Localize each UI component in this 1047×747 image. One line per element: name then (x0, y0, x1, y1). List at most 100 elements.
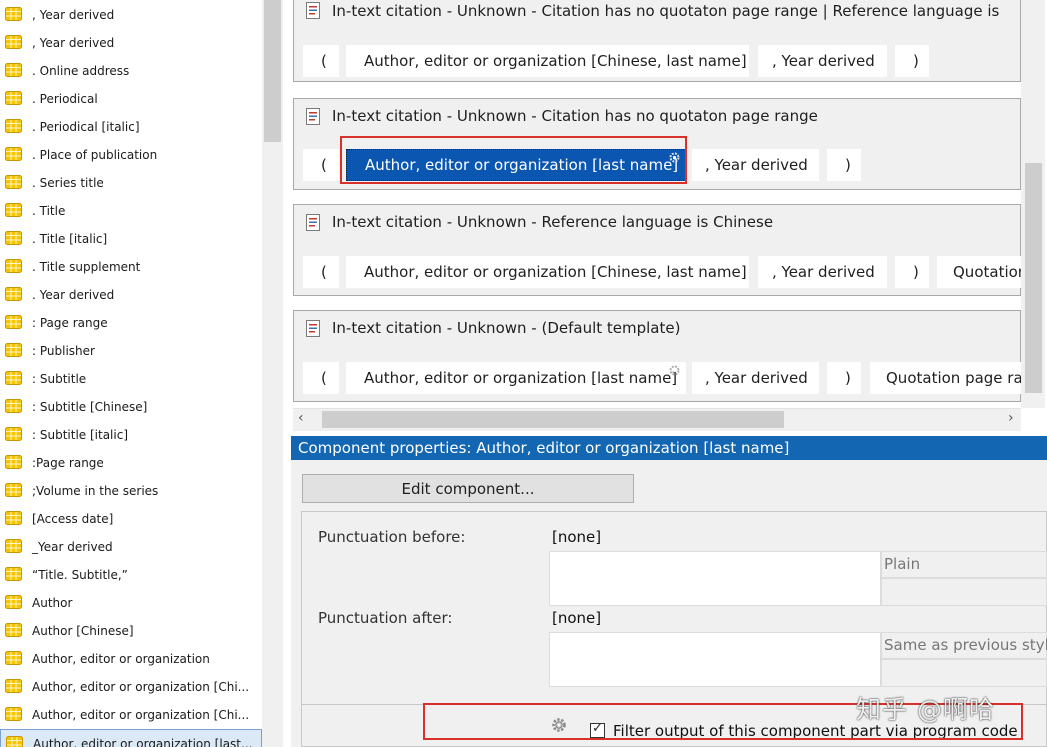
component-icon (5, 539, 22, 553)
list-item[interactable]: “Title. Subtitle,” (0, 561, 262, 589)
punct-after-field[interactable] (549, 632, 881, 687)
template-chip[interactable]: , Year derived (758, 256, 887, 288)
list-item[interactable]: . Title (0, 197, 262, 225)
list-item[interactable]: . Series title (0, 169, 262, 197)
list-item[interactable]: Author (0, 589, 262, 617)
template-chip[interactable]: ( (303, 256, 339, 288)
component-icon (5, 399, 22, 413)
punct-after-value[interactable]: [none] (552, 609, 601, 627)
list-item[interactable]: Author, editor or organization [last... (0, 729, 262, 747)
list-item[interactable]: . Online address (0, 57, 262, 85)
chip-label: ) (913, 263, 919, 281)
template-chip[interactable]: Author, editor or organization [last nam… (346, 362, 686, 394)
template-chip[interactable]: ( (303, 362, 339, 394)
template-chip[interactable]: ( (303, 149, 339, 181)
list-item[interactable]: . Title supplement (0, 253, 262, 281)
list-item[interactable]: : Publisher (0, 337, 262, 365)
template-chip[interactable]: ( (303, 45, 339, 77)
list-item[interactable]: : Subtitle [italic] (0, 421, 262, 449)
component-icon (5, 259, 22, 273)
template-chip[interactable]: ) (827, 149, 861, 181)
component-icon (5, 91, 22, 105)
list-item-label: : Subtitle [italic] (32, 428, 128, 442)
list-item-label: : Publisher (32, 344, 95, 358)
list-item[interactable]: Author, editor or organization (0, 645, 262, 673)
chip-label: ) (913, 52, 919, 70)
list-scrollbar-thumb[interactable] (264, 0, 281, 142)
list-item-label: . Title supplement (32, 260, 141, 274)
template-row[interactable]: In-text citation - Unknown - (Default te… (293, 310, 1030, 402)
punct-before-style-label: Plain (884, 555, 921, 573)
template-chip[interactable]: Author, editor or organization [Chinese,… (346, 256, 749, 288)
scroll-right-arrow-icon[interactable]: › (1008, 410, 1014, 426)
template-vertical-scrollbar-thumb[interactable] (1025, 163, 1042, 393)
component-icon (5, 483, 22, 497)
punct-before-value[interactable]: [none] (552, 528, 601, 546)
list-item[interactable]: : Subtitle [Chinese] (0, 393, 262, 421)
list-item-label: “Title. Subtitle,” (32, 568, 128, 582)
list-item[interactable]: [Access date] (0, 505, 262, 533)
list-item[interactable]: . Place of publication (0, 141, 262, 169)
list-item[interactable]: . Periodical (0, 85, 262, 113)
component-icon (5, 595, 22, 609)
template-chip[interactable]: ) (895, 256, 929, 288)
list-item[interactable]: . Title [italic] (0, 225, 262, 253)
template-chip[interactable]: ) (895, 45, 929, 77)
template-chip[interactable]: Quotation (937, 256, 1027, 288)
list-item[interactable]: Author, editor or organization [Chi... (0, 673, 262, 701)
list-item-label: . Title (32, 204, 66, 218)
list-item[interactable]: . Year derived (0, 281, 262, 309)
punct-before-field[interactable] (549, 551, 881, 606)
list-item[interactable]: _Year derived (0, 533, 262, 561)
document-icon (306, 320, 320, 337)
template-chip[interactable]: Quotation page rar (870, 362, 1030, 394)
list-item-label: : Subtitle [Chinese] (32, 400, 148, 414)
component-list: , Year derived , Year derived . Online add… (0, 0, 262, 747)
list-item-label: :Page range (32, 456, 104, 470)
component-icon (5, 427, 22, 441)
splitter[interactable] (283, 0, 291, 747)
template-chip[interactable]: , Year derived (692, 362, 819, 394)
list-item-label: Author, editor or organization (32, 652, 210, 666)
punct-after-label: Punctuation after: (318, 609, 453, 627)
template-horizontal-scrollbar-thumb[interactable] (322, 411, 784, 428)
list-item[interactable]: , Year derived (0, 1, 262, 29)
component-icon (5, 231, 22, 245)
component-icon (5, 315, 22, 329)
document-icon (306, 108, 320, 125)
chip-label: , Year derived (705, 369, 808, 387)
template-chip[interactable]: , Year derived (692, 149, 819, 181)
list-item[interactable]: : Page range (0, 309, 262, 337)
chip-label: Author, editor or organization [Chinese,… (364, 263, 747, 281)
punct-after-style-label: Same as previous style (884, 636, 1047, 654)
list-item[interactable]: :Page range (0, 449, 262, 477)
component-icon (5, 455, 22, 469)
template-row[interactable]: In-text citation - Unknown - Reference l… (293, 204, 1027, 296)
template-chip[interactable]: , Year derived (758, 45, 887, 77)
component-icon (6, 736, 23, 747)
list-item[interactable]: . Periodical [italic] (0, 113, 262, 141)
component-icon (5, 287, 22, 301)
chip-label: ( (321, 369, 327, 387)
list-item[interactable]: ;Volume in the series (0, 477, 262, 505)
component-icon (5, 203, 22, 217)
list-item[interactable]: Author [Chinese] (0, 617, 262, 645)
list-item[interactable]: Author, editor or organization [Chi... (0, 701, 262, 729)
list-item[interactable]: : Subtitle (0, 365, 262, 393)
template-row[interactable]: In-text citation - Unknown - Citation ha… (293, 0, 1021, 82)
template-chip[interactable]: ) (827, 362, 861, 394)
edit-component-button[interactable]: Edit component... (302, 474, 634, 503)
template-chip[interactable]: Author, editor or organization [Chinese,… (346, 45, 749, 77)
punct-after-style-extra (881, 659, 1047, 687)
list-item-label: , Year derived (32, 8, 115, 22)
chip-label: Author, editor or organization [last nam… (364, 369, 678, 387)
list-item[interactable]: , Year derived (0, 29, 262, 57)
watermark: 知乎 @啊哈 (856, 695, 995, 724)
scroll-left-arrow-icon[interactable]: ‹ (298, 410, 304, 426)
list-item-label: . Periodical (32, 92, 98, 106)
component-icon (5, 679, 22, 693)
chip-label: ) (845, 369, 851, 387)
list-item-label: Author, editor or organization [last... (33, 737, 253, 747)
component-properties-header: Component properties: Author, editor or … (291, 436, 1047, 460)
component-icon (5, 175, 22, 189)
